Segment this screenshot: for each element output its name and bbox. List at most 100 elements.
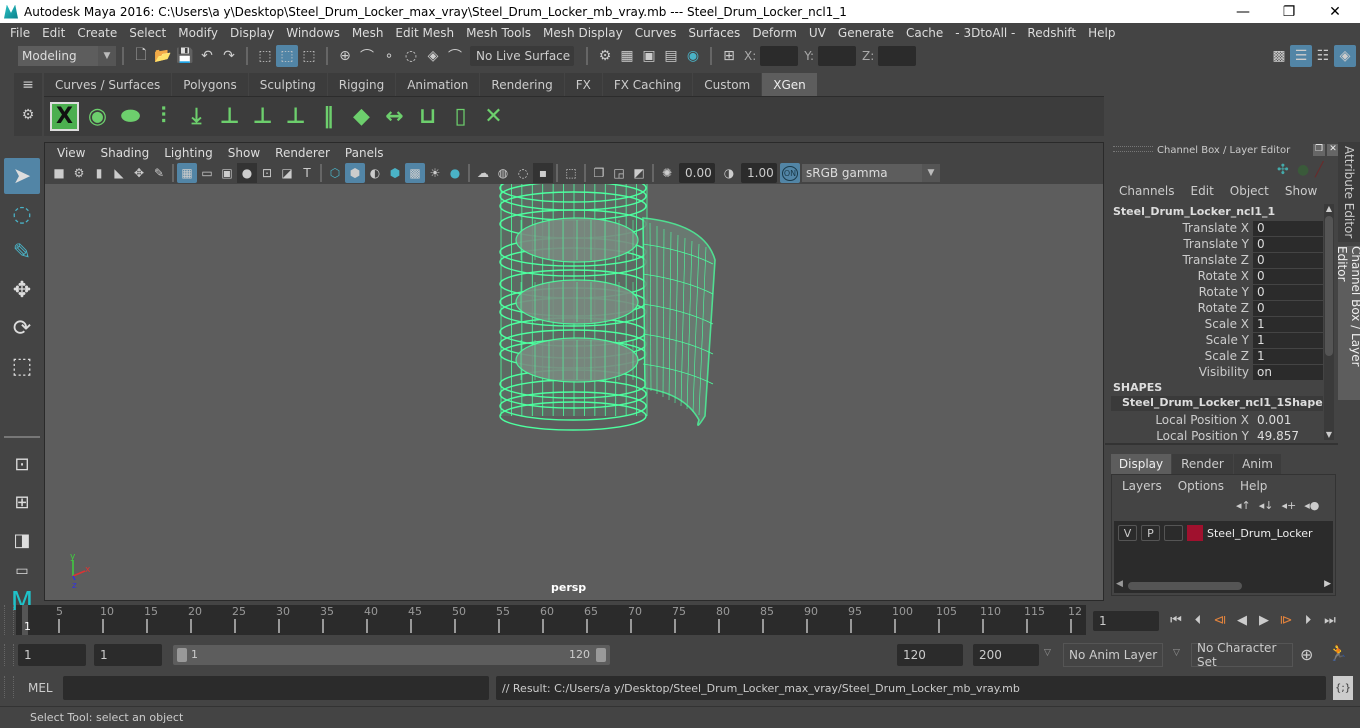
screen-space-ao-icon[interactable]: ☁ — [473, 163, 493, 183]
new-layer-selected-icon[interactable]: ◂+ — [1282, 499, 1297, 512]
menu-help[interactable]: Help — [1082, 26, 1121, 40]
image-plane-icon[interactable]: ◣ — [109, 163, 129, 183]
shelf-tab-rigging[interactable]: Rigging — [327, 73, 396, 96]
menu-3dtoall[interactable]: - 3DtoAll - — [949, 26, 1021, 40]
smooth-shade-icon[interactable]: ⬢ — [345, 163, 365, 183]
resolution-gate-icon[interactable]: ▣ — [217, 163, 237, 183]
layer-menu-layers[interactable]: Layers — [1122, 479, 1162, 493]
channel-local-position-x[interactable]: Local Position X 0.001 — [1111, 412, 1323, 428]
shape-name[interactable]: Steel_Drum_Locker_ncl1_1Shape — [1111, 396, 1323, 411]
channel-value[interactable]: 0 — [1253, 220, 1323, 236]
film-gate-icon[interactable]: ▭ — [197, 163, 217, 183]
xray-icon[interactable]: ❐ — [589, 163, 609, 183]
tool-settings-icon[interactable]: ☷ — [1312, 45, 1334, 67]
go-to-end-icon[interactable]: ⏭ — [1319, 609, 1341, 631]
auto-key-icon[interactable]: ⊕ — [1300, 645, 1313, 664]
layer-tab-render[interactable]: Render — [1172, 454, 1233, 474]
ipr-render-icon[interactable]: ▣ — [638, 45, 660, 67]
channel-box-toggle-icon[interactable]: ◈ — [1334, 45, 1356, 67]
scroll-thumb[interactable] — [1128, 582, 1242, 590]
viewport-menu-panels[interactable]: Panels — [339, 146, 393, 160]
exposure-input[interactable]: 0.00 — [679, 163, 715, 183]
y-input[interactable] — [818, 46, 857, 66]
layer-visibility-toggle[interactable]: V — [1118, 525, 1137, 541]
xgen-add-guide-plus-icon[interactable]: ⊥ — [213, 100, 246, 134]
layer-color-swatch[interactable] — [1187, 525, 1203, 541]
xgen-select-guide-icon[interactable]: ⊔ — [411, 100, 444, 134]
layer-row[interactable]: V P Steel_Drum_Locker — [1118, 525, 1313, 541]
save-scene-icon[interactable]: 💾 — [174, 45, 196, 67]
channel-scale-x[interactable]: Scale X 1 — [1111, 316, 1323, 332]
render-view-icon[interactable]: ▤ — [660, 45, 682, 67]
time-slider[interactable]: 1 5 10 15 20 25 30 35 40 45 50 55 60 65 70 75 80 85 90 95 1… — [16, 605, 1086, 635]
viewport-menu-renderer[interactable]: Renderer — [269, 146, 339, 160]
restore-button[interactable]: ❐ — [1266, 0, 1312, 23]
command-grip[interactable] — [4, 676, 14, 698]
depth-of-field-icon[interactable]: ▪ — [533, 163, 553, 183]
character-set-chevron-icon[interactable]: ▽ — [1173, 648, 1180, 658]
move-layer-down-icon[interactable]: ◂↓ — [1259, 499, 1274, 512]
mode-selector[interactable]: Modeling ▼ — [18, 46, 116, 66]
channel-rotate-y[interactable]: Rotate Y 0 — [1111, 284, 1323, 300]
select-tool-icon[interactable]: ➤ — [4, 158, 40, 194]
xray-joints-icon[interactable]: ◩ — [629, 163, 649, 183]
menu-deform[interactable]: Deform — [746, 26, 803, 40]
shelf-tab-curves-surfaces[interactable]: Curves / Surfaces — [44, 73, 172, 96]
undo-icon[interactable]: ↶ — [196, 45, 218, 67]
channel-rotate-x[interactable]: Rotate X 0 — [1111, 268, 1323, 284]
channel-value[interactable]: 1 — [1253, 332, 1323, 348]
2d-pan-zoom-icon[interactable]: ✥ — [129, 163, 149, 183]
new-scene-icon[interactable]: 🗋 — [130, 45, 152, 67]
menu-edit[interactable]: Edit — [36, 26, 71, 40]
select-hierarchy-icon[interactable]: ⬚ — [254, 45, 276, 67]
live-surface-field[interactable]: No Live Surface — [470, 46, 574, 66]
animation-preferences-icon[interactable]: 🏃 — [1328, 643, 1348, 662]
anim-layer-dropdown[interactable]: No Anim Layer — [1063, 643, 1163, 667]
channel-scrollbar[interactable]: ▲ ▼ — [1324, 204, 1334, 440]
channel-box-tab[interactable]: Channel Box / Layer Editor — [1335, 246, 1360, 400]
channel-translate-z[interactable]: Translate Z 0 — [1111, 252, 1323, 268]
channel-visibility[interactable]: Visibility on — [1111, 364, 1323, 380]
channel-value[interactable]: 1 — [1253, 348, 1323, 364]
isolate-select-icon[interactable]: ⬚ — [561, 163, 581, 183]
xgen-guide-frame-icon[interactable]: ▯ — [444, 100, 477, 134]
mesh-wireframe[interactable]: y x z — [45, 184, 1103, 600]
shelf-tab-fx-caching[interactable]: FX Caching — [602, 73, 693, 96]
manipulator-icon[interactable]: ✣ — [1277, 162, 1289, 178]
render-current-icon[interactable]: ▦ — [616, 45, 638, 67]
channel-sync-icon[interactable]: ● — [1297, 162, 1309, 178]
shelf-tab-fx[interactable]: FX — [564, 73, 602, 96]
snap-grid-icon[interactable]: ⊕ — [334, 45, 356, 67]
safe-title-icon[interactable]: T — [297, 163, 317, 183]
channel-value[interactable]: 49.857 — [1253, 429, 1323, 444]
layer-menu-options[interactable]: Options — [1178, 479, 1224, 493]
transform-input-icon[interactable]: ⊞ — [718, 45, 740, 67]
attribute-editor-tab[interactable]: Attribute Editor — [1338, 142, 1360, 242]
shelf-settings-icon[interactable]: ⚙ — [14, 107, 42, 123]
move-tool-icon[interactable]: ✥ — [4, 272, 40, 308]
xgen-delete-guide-icon[interactable]: ✕ — [477, 100, 510, 134]
snap-point-icon[interactable]: ∘ — [378, 45, 400, 67]
color-management-toggle[interactable]: ON — [780, 163, 800, 183]
layer-playback-toggle[interactable]: P — [1141, 525, 1160, 541]
move-layer-up-icon[interactable]: ◂↑ — [1236, 499, 1251, 512]
persp-graph-layout-icon[interactable]: ▭ — [4, 560, 40, 582]
mel-label[interactable]: MEL — [28, 681, 53, 695]
panel-grip[interactable] — [1113, 146, 1153, 152]
scale-tool-icon[interactable]: ⬚ — [4, 348, 40, 384]
menu-mesh[interactable]: Mesh — [346, 26, 390, 40]
channel-key-icon[interactable]: ╱ — [1315, 162, 1323, 178]
shelf-tab-animation[interactable]: Animation — [396, 73, 480, 96]
range-end-handle[interactable] — [596, 648, 606, 662]
xgen-guide-lock-icon[interactable]: ⊥ — [279, 100, 312, 134]
persp-outliner-layout-icon[interactable]: ◨ — [4, 522, 40, 558]
channel-value[interactable]: 0.001 — [1253, 413, 1323, 428]
close-button[interactable]: ✕ — [1312, 0, 1358, 23]
open-scene-icon[interactable]: 📂 — [152, 45, 174, 67]
x-input[interactable] — [760, 46, 799, 66]
current-frame-input[interactable]: 1 — [1093, 611, 1159, 631]
snap-curve-icon[interactable]: ⌒ — [356, 45, 378, 67]
playback-end-input[interactable]: 120 — [897, 644, 963, 666]
xgen-add-guide-icon[interactable]: ⫶ — [147, 100, 180, 134]
layer-menu-help[interactable]: Help — [1240, 479, 1267, 493]
